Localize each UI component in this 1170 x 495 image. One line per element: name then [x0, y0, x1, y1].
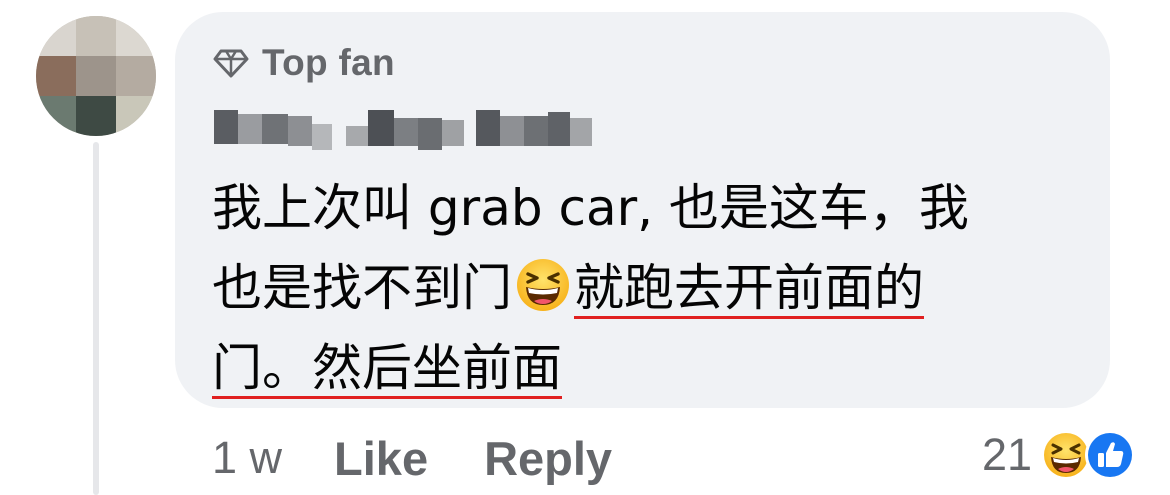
comment-actions: 1 w Like Reply [212, 428, 668, 488]
like-thumb-icon [1085, 430, 1135, 480]
comment-text-underlined: 就跑去开前面的 [574, 259, 924, 317]
timestamp[interactable]: 1 w [212, 432, 282, 484]
comment-body: 我上次叫 grab car, 也是这车，我 也是找不到门 就跑去开前面的 门。然… [212, 168, 1092, 408]
top-fan-badge: Top fan [212, 40, 395, 86]
comment-text-underlined: 门。然后坐前面 [212, 339, 562, 397]
comment-line: 我上次叫 grab car, 也是这车，我 [212, 168, 1092, 248]
laughing-emoji-icon [517, 259, 569, 311]
reactions-summary[interactable]: 21 [982, 425, 1136, 485]
diamond-icon [213, 49, 249, 78]
comment-text-segment: 也是找不到门 [212, 259, 512, 317]
like-button[interactable]: Like [334, 431, 428, 486]
avatar[interactable] [36, 16, 156, 136]
badge-label: Top fan [262, 42, 395, 83]
author-name-blurred[interactable] [214, 104, 592, 152]
comment-line: 也是找不到门 就跑去开前面的 [212, 248, 1092, 328]
reply-button[interactable]: Reply [484, 431, 612, 486]
reply-thread-line [93, 142, 99, 495]
reaction-count: 21 [981, 429, 1032, 480]
comment-line: 门。然后坐前面 [212, 328, 1092, 408]
comment-text-segment: 我上次叫 grab car, 也是这车，我 [212, 179, 969, 237]
